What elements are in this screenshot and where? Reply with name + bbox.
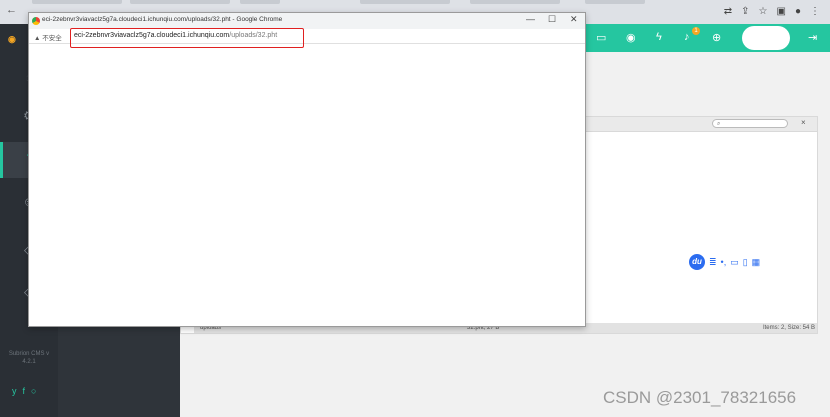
grid-icon[interactable]: ▦	[752, 257, 761, 268]
avatar[interactable]	[742, 26, 790, 50]
browser-tab[interactable]	[360, 0, 450, 4]
logout-icon[interactable]: ⇥	[808, 31, 817, 44]
share-icon[interactable]: ⇪	[741, 6, 749, 17]
skin-icon[interactable]: ▯	[743, 257, 748, 268]
bolt-icon[interactable]: ϟ	[656, 31, 662, 43]
keyboard-icon[interactable]: ▭	[730, 257, 739, 268]
social-links: yf○	[12, 386, 42, 396]
notification-badge: 1	[692, 27, 700, 35]
minimize-button[interactable]: —	[526, 14, 535, 24]
window-title: eci-2zebnvr3viavaclz5g7a.cloudeci1.ichun…	[42, 16, 283, 23]
ime-toolbar: du ≣ •, ▭ ▯ ▦	[689, 254, 760, 270]
punctuation-icon[interactable]: •,	[721, 257, 727, 267]
sidepanel-icon[interactable]: ▣	[777, 6, 786, 17]
facebook-icon[interactable]: f	[23, 386, 32, 396]
warning-icon: ▲	[34, 35, 41, 42]
star-icon[interactable]: ☆	[759, 6, 768, 17]
twitter-icon[interactable]: y	[12, 386, 23, 396]
insecure-label: 不安全	[42, 35, 62, 42]
chrome-icon	[32, 17, 40, 25]
popup-window: eci-2zebnvr3viavaclz5g7a.cloudeci1.ichun…	[28, 12, 586, 327]
monitor-icon[interactable]: ▭	[596, 31, 606, 44]
bell-icon[interactable]: ♪	[684, 31, 690, 43]
translate-icon[interactable]: ⇄	[724, 6, 732, 17]
back-arrow-icon[interactable]: ←	[6, 4, 17, 16]
eye-icon[interactable]: ◉	[626, 31, 636, 44]
ime-mode-icon[interactable]: ≣	[709, 257, 717, 268]
close-button[interactable]: ✕	[570, 14, 578, 25]
profile-icon[interactable]: ●	[795, 6, 801, 17]
browser-extensions: ⇄ ⇪ ☆ ▣ ● ⋮	[724, 6, 820, 17]
browser-tab[interactable]	[240, 0, 280, 4]
browser-tab[interactable]	[585, 0, 645, 4]
du-logo-icon[interactable]: du	[689, 254, 705, 270]
search-input[interactable]: ⌕	[712, 119, 788, 128]
maximize-button[interactable]: ☐	[548, 14, 556, 25]
logo-icon: ◉	[8, 34, 16, 44]
admin-topbar: ▭ ◉ ϟ ♪ 1 ⊕ ⇥	[584, 24, 830, 52]
menu-icon[interactable]: ⋮	[810, 6, 820, 17]
browser-tab[interactable]	[130, 0, 230, 4]
browser-tab[interactable]	[32, 0, 122, 4]
globe-icon[interactable]: ⊕	[712, 31, 721, 44]
popup-titlebar: eci-2zebnvr3viavaclz5g7a.cloudeci1.ichun…	[29, 13, 585, 29]
status-items: Items: 2, Size: 54 B	[762, 325, 815, 331]
close-icon[interactable]: ×	[801, 118, 806, 127]
watermark: CSDN @2301_78321656	[603, 388, 797, 407]
brand-logo[interactable]: ◉	[8, 34, 16, 45]
browser-tabs	[30, 0, 645, 6]
insecure-indicator[interactable]: ▲ 不安全	[34, 32, 62, 42]
github-icon[interactable]: ○	[31, 386, 42, 396]
version-label: Subrion CMS v 4.2.1	[8, 351, 50, 365]
browser-tab[interactable]	[470, 0, 560, 4]
red-highlight-box	[70, 28, 304, 48]
